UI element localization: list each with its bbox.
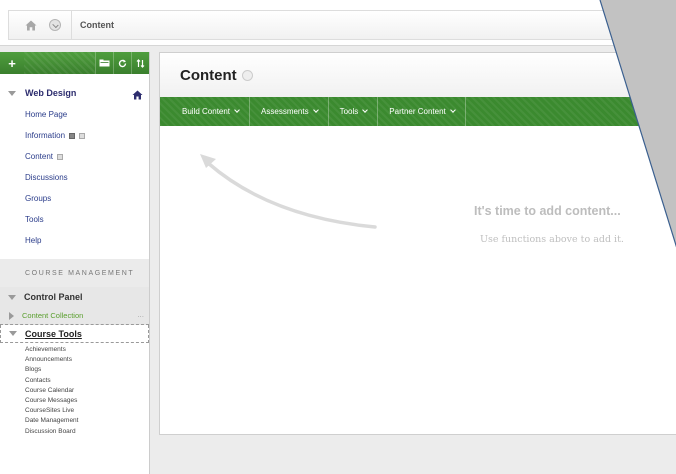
course-menu-toolbar: + bbox=[0, 52, 149, 74]
breadcrumb-divider bbox=[71, 11, 72, 39]
sidebar-item-groups[interactable]: Groups bbox=[0, 188, 149, 209]
sidebar-item-label[interactable]: Discussions bbox=[25, 173, 68, 182]
course-menu: + Web Design Home Page Information Conte… bbox=[0, 52, 150, 474]
collapse-triangle-icon[interactable] bbox=[8, 90, 16, 96]
sidebar-item-discussions[interactable]: Discussions bbox=[0, 167, 149, 188]
content-area: Content Build Content Assessments Tools … bbox=[159, 52, 676, 435]
folder-icon[interactable] bbox=[95, 52, 113, 74]
empty-state-title: It's time to add content... bbox=[474, 204, 621, 218]
course-tool-link[interactable]: Date Management bbox=[0, 416, 149, 426]
sidebar-item-content[interactable]: Content bbox=[0, 146, 149, 167]
sidebar-item-label[interactable]: Help bbox=[25, 236, 41, 245]
course-tools-list: Achievements Announcements Blogs Contact… bbox=[0, 343, 149, 437]
course-tools-label[interactable]: Course Tools bbox=[25, 329, 82, 339]
add-menu-item-button[interactable]: + bbox=[0, 56, 24, 71]
course-title[interactable]: Web Design bbox=[25, 88, 76, 98]
course-home-icon[interactable] bbox=[132, 87, 143, 105]
course-tool-link[interactable]: Contacts bbox=[0, 376, 149, 386]
content-collection-label[interactable]: Content Collection bbox=[22, 311, 83, 320]
breadcrumb-options-icon[interactable] bbox=[49, 19, 61, 31]
course-management-header: COURSE MANAGEMENT bbox=[0, 259, 149, 287]
control-panel-row[interactable]: Control Panel bbox=[0, 287, 149, 307]
toolbar-spacer bbox=[24, 52, 95, 74]
expand-triangle-icon[interactable] bbox=[9, 311, 14, 320]
breadcrumb-current: Content bbox=[80, 20, 114, 30]
course-tools-row[interactable]: Course Tools bbox=[0, 325, 149, 343]
hidden-from-students-icon bbox=[69, 132, 76, 139]
sidebar-item-home-page[interactable]: Home Page bbox=[0, 104, 149, 125]
collapse-triangle-icon[interactable] bbox=[9, 331, 17, 336]
sidebar-item-label[interactable]: Information bbox=[25, 131, 65, 140]
sort-icon[interactable] bbox=[131, 52, 149, 74]
sidebar-item-information[interactable]: Information bbox=[0, 125, 149, 146]
course-tool-link[interactable]: CourseSites Live bbox=[0, 406, 149, 416]
empty-item-icon bbox=[79, 132, 86, 139]
course-tool-link[interactable]: Course Messages bbox=[0, 396, 149, 406]
breadcrumb: Content bbox=[8, 10, 668, 40]
course-title-row[interactable]: Web Design bbox=[0, 82, 149, 104]
course-tool-link[interactable]: Course Calendar bbox=[0, 386, 149, 396]
course-tool-link[interactable]: Blogs bbox=[0, 365, 149, 375]
sidebar-item-tools[interactable]: Tools bbox=[0, 209, 149, 230]
refresh-icon[interactable] bbox=[113, 52, 131, 74]
empty-state-subtitle: Use functions above to add it. bbox=[480, 234, 624, 245]
more-options-icon[interactable]: ... bbox=[137, 310, 144, 319]
course-tool-link[interactable]: Announcements bbox=[0, 355, 149, 365]
control-panel-label[interactable]: Control Panel bbox=[24, 292, 83, 302]
empty-item-icon bbox=[57, 153, 64, 160]
sidebar-item-label[interactable]: Tools bbox=[25, 215, 44, 224]
sidebar-item-label[interactable]: Content bbox=[25, 152, 53, 161]
breadcrumb-bar: Content bbox=[0, 0, 676, 46]
course-tool-link[interactable]: Achievements bbox=[0, 345, 149, 355]
home-icon[interactable] bbox=[25, 20, 43, 31]
content-collection-row[interactable]: Content Collection ... bbox=[0, 307, 149, 325]
course-tool-link[interactable]: Discussion Board bbox=[0, 427, 149, 437]
sidebar-item-label[interactable]: Home Page bbox=[25, 110, 67, 119]
sidebar-item-help[interactable]: Help bbox=[0, 230, 149, 251]
sidebar-item-label[interactable]: Groups bbox=[25, 194, 51, 203]
collapse-triangle-icon[interactable] bbox=[8, 294, 16, 300]
